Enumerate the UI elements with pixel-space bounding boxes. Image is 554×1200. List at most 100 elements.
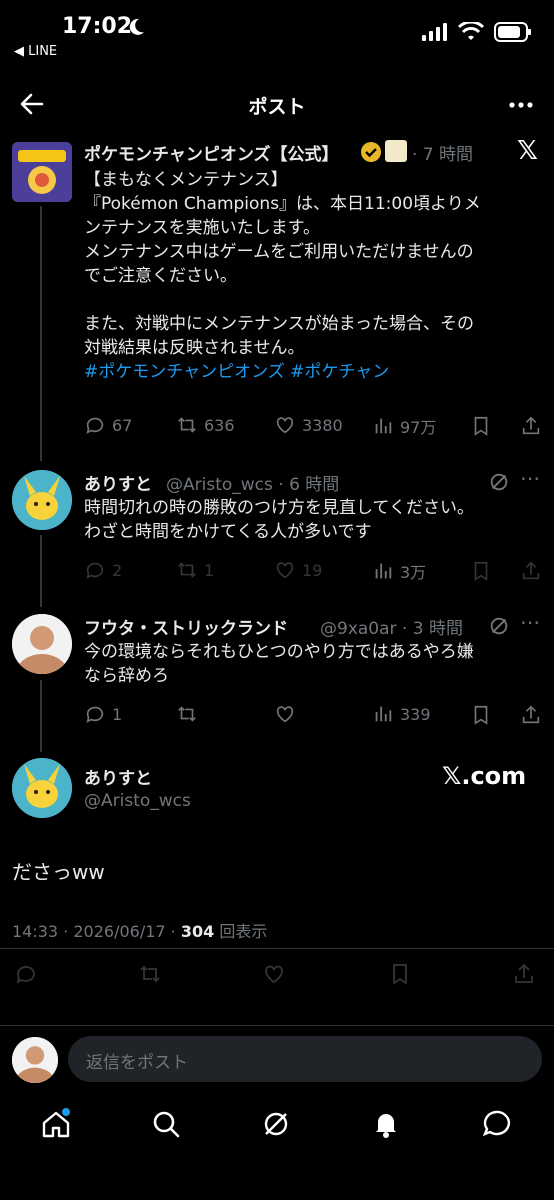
reply-icon <box>86 706 104 723</box>
views-button[interactable]: 97万 <box>372 414 436 438</box>
heart-icon <box>276 417 294 434</box>
share-icon[interactable] <box>520 704 542 726</box>
grok-icon[interactable] <box>260 1108 292 1140</box>
author-handle[interactable]: @Aristo_wcs · 6 時間 <box>166 470 339 495</box>
post-line: 時間切れの時の勝敗のつけ方を見直してください。 <box>84 498 474 518</box>
status-icons <box>422 22 532 42</box>
bookmark-icon[interactable] <box>470 560 492 582</box>
like-count: 19 <box>302 560 323 580</box>
post-line: 今の環境ならそれもひとつのやり方ではあるやろ嫌 <box>84 642 474 662</box>
bookmark-icon[interactable] <box>470 704 492 726</box>
avatar[interactable] <box>12 470 72 530</box>
post-line: なら辞めろ <box>84 666 169 686</box>
analytics-icon <box>375 706 392 722</box>
post-line: わざと時間をかけてくる人が多いです <box>84 522 372 542</box>
retweet-icon <box>178 417 196 433</box>
retweet-button[interactable]: 1 <box>176 559 214 581</box>
reply-button[interactable]: 67 <box>84 414 132 436</box>
reply-icon <box>86 417 104 434</box>
post-line: 『Pokémon Champions』は、本日11:00頃よりメ <box>84 194 481 214</box>
like-button[interactable]: 3380 <box>274 414 343 436</box>
messages-icon[interactable] <box>480 1108 512 1140</box>
avatar[interactable] <box>12 142 72 202</box>
wifi-icon <box>458 22 484 40</box>
author-name[interactable]: ありすと <box>84 764 152 789</box>
reply-icon[interactable] <box>14 962 38 986</box>
back-to-app-link[interactable]: ◀ LINE <box>14 44 57 59</box>
my-avatar[interactable] <box>12 1037 58 1083</box>
bookmark-icon[interactable] <box>388 962 412 986</box>
analytics-icon <box>375 418 392 434</box>
retweet-icon <box>178 706 196 722</box>
reply-button[interactable]: 1 <box>84 703 122 725</box>
post-body: 【まもなくメンテナンス】 『Pokémon Champions』は、本日11:0… <box>84 168 544 384</box>
post-line: メンテナンス中はゲームをご利用いただけませんの <box>84 242 474 262</box>
affiliate-badge-icon <box>385 140 407 162</box>
reply-count: 1 <box>112 704 123 724</box>
post-time: · 7 時間 <box>412 145 474 165</box>
avatar[interactable] <box>12 758 72 818</box>
user-photo-icon <box>12 614 72 674</box>
moon-icon <box>129 18 144 35</box>
reply-button[interactable]: 2 <box>84 559 122 581</box>
heart-icon <box>276 706 294 723</box>
x-logo-icon: 𝕏 <box>517 136 538 166</box>
grok-icon[interactable] <box>488 471 510 493</box>
post-meta: 14:33 · 2026/06/17 · 304 回表示 <box>12 918 267 942</box>
like-button[interactable] <box>274 703 296 725</box>
author-handle[interactable]: @9xa0ar · 3 時間 <box>320 614 463 639</box>
author-name[interactable]: フウタ・ストリックランド <box>84 614 288 639</box>
battery-icon <box>494 22 531 42</box>
views-button[interactable]: 339 <box>372 703 431 725</box>
thread-connector <box>40 535 42 607</box>
more-options-icon[interactable]: ⋯ <box>520 610 540 634</box>
post-body: 今の環境ならそれもひとつのやり方ではあるやろ嫌 なら辞めろ <box>84 640 544 688</box>
divider <box>0 1025 554 1026</box>
source-label: 𝕏.com <box>442 762 527 790</box>
grok-icon[interactable] <box>488 615 510 637</box>
signal-icon <box>422 23 447 41</box>
post-line: 【まもなくメンテナンス】 <box>84 170 288 190</box>
reply-placeholder: 返信をポスト <box>86 1053 188 1073</box>
pikachu-avatar-icon <box>12 758 72 818</box>
divider <box>0 948 554 949</box>
author-name[interactable]: ありすと <box>84 470 152 495</box>
heart-icon[interactable] <box>262 962 286 986</box>
thread-connector <box>40 206 42 461</box>
views-label: 回表示 <box>214 922 268 941</box>
more-options-icon[interactable] <box>508 92 534 118</box>
share-icon[interactable] <box>512 962 536 986</box>
thread-connector <box>40 680 42 752</box>
pikachu-avatar-icon <box>12 470 72 530</box>
bookmark-icon[interactable] <box>470 415 492 437</box>
share-icon[interactable] <box>520 560 542 582</box>
more-options-icon[interactable]: ⋯ <box>520 466 540 490</box>
view-count: 97万 <box>400 418 437 437</box>
retweet-button[interactable]: 636 <box>176 414 235 436</box>
author-handle[interactable]: @Aristo_wcs <box>84 791 191 811</box>
retweet-button[interactable] <box>176 703 198 725</box>
views-button[interactable]: 3万 <box>372 559 426 583</box>
author-name[interactable]: ポケモンチャンピオンズ【公式】 <box>84 140 339 165</box>
page-title: ポスト <box>248 96 306 118</box>
home-icon[interactable] <box>40 1108 72 1140</box>
retweet-icon[interactable] <box>138 962 162 986</box>
post-line: ンテナンスを実施いたします。 <box>84 218 320 238</box>
post-body: 時間切れの時の勝敗のつけ方を見直してください。 わざと時間をかけてくる人が多いで… <box>84 496 544 544</box>
reply-count: 2 <box>112 560 123 580</box>
main-post-text: ださっww <box>12 860 105 884</box>
heart-icon <box>276 562 294 579</box>
share-icon[interactable] <box>520 415 542 437</box>
avatar[interactable] <box>12 614 72 674</box>
retweet-icon <box>178 562 196 578</box>
post-line: でご注意ください。 <box>84 266 237 286</box>
status-time: 17:02 <box>62 14 133 39</box>
analytics-icon <box>375 563 392 579</box>
search-icon[interactable] <box>150 1108 182 1140</box>
retweet-count: 1 <box>204 560 215 580</box>
hashtag-links[interactable]: #ポケモンチャンピオンズ #ポケチャン <box>84 360 544 384</box>
verified-badge-icon <box>361 142 381 162</box>
notifications-icon[interactable] <box>370 1108 402 1140</box>
retweet-count: 636 <box>204 415 235 435</box>
like-button[interactable]: 19 <box>274 559 322 581</box>
